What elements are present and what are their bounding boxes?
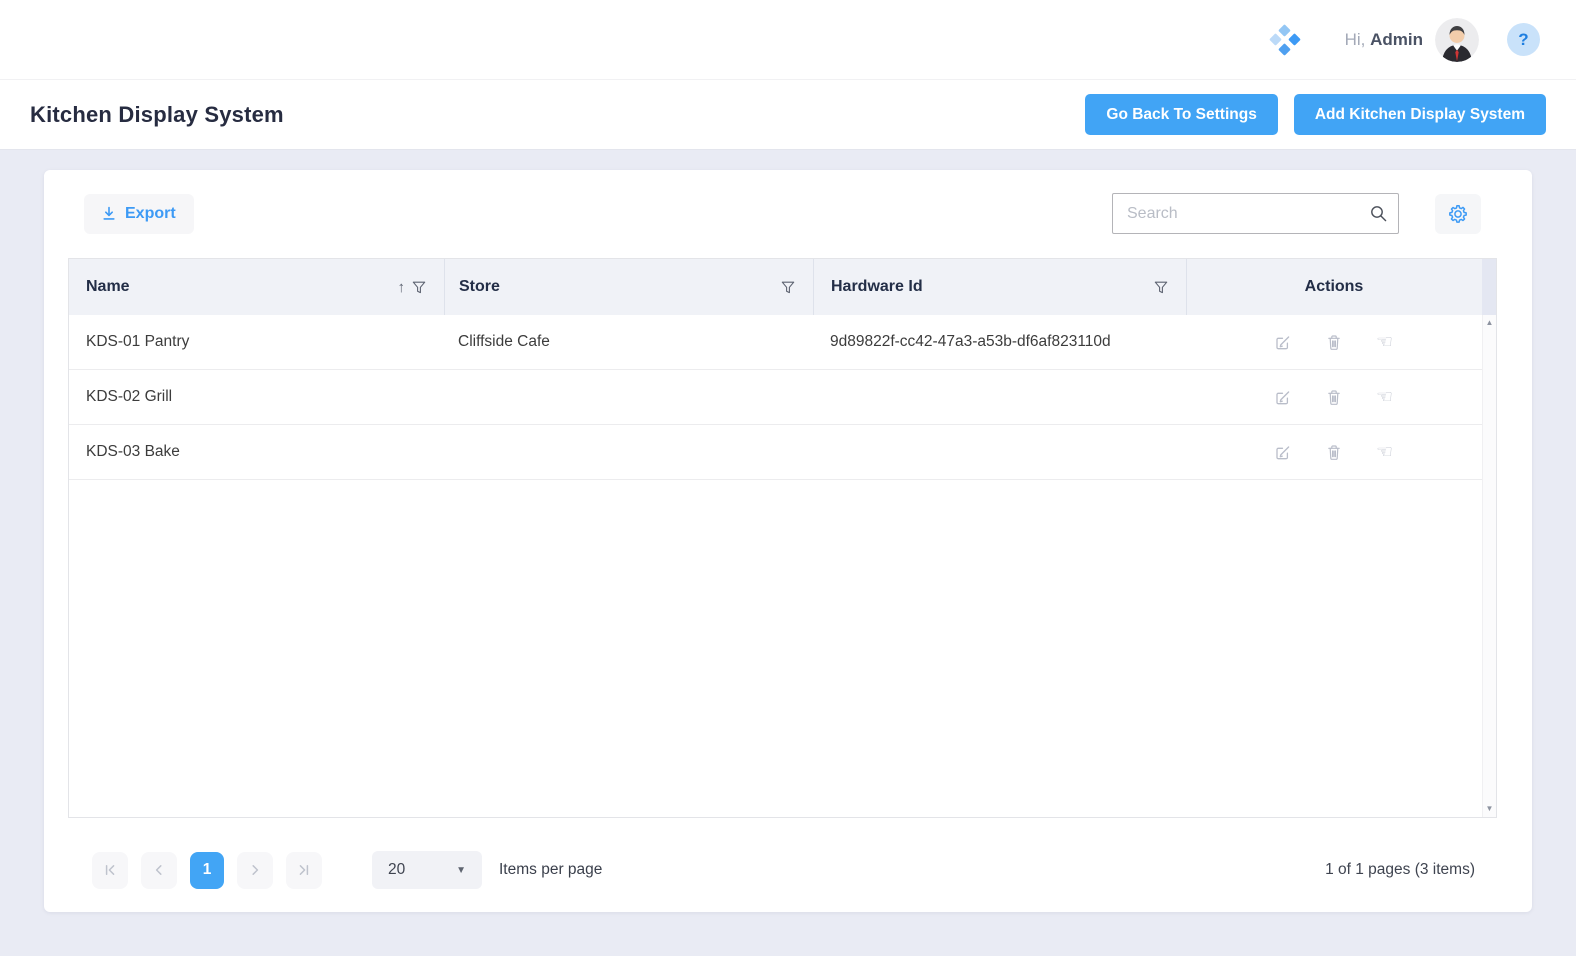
download-icon: [102, 206, 116, 221]
page-number-button[interactable]: 1: [190, 852, 224, 889]
chevron-right-icon: [248, 863, 262, 877]
table-header-row: Name ↑ Store: [69, 259, 1496, 315]
chevron-down-icon: ▼: [456, 865, 466, 876]
cell-name: KDS-01 Pantry: [69, 333, 444, 351]
export-label: Export: [125, 205, 176, 223]
table-row[interactable]: KDS-02 Grill ☜: [69, 370, 1482, 425]
export-button[interactable]: Export: [84, 194, 194, 234]
filter-icon[interactable]: [1154, 281, 1168, 294]
grid-settings-button[interactable]: [1435, 194, 1481, 234]
pagination-summary: 1 of 1 pages (3 items): [1325, 861, 1475, 879]
kds-table: Name ↑ Store: [68, 258, 1497, 818]
last-page-button[interactable]: [286, 852, 322, 889]
header-scrollbar-filler: [1482, 259, 1496, 315]
edit-icon[interactable]: [1274, 389, 1292, 406]
previous-page-button[interactable]: [141, 852, 177, 889]
avatar[interactable]: [1435, 18, 1479, 62]
greeting-prefix: Hi,: [1345, 30, 1366, 49]
cell-name: KDS-03 Bake: [69, 443, 444, 461]
user-greeting: Hi, Admin: [1345, 30, 1423, 50]
assign-pointing-hand-icon[interactable]: ☜: [1376, 333, 1393, 352]
assign-pointing-hand-icon[interactable]: ☜: [1376, 388, 1393, 407]
grid-toolbar: Export: [44, 193, 1532, 234]
assign-pointing-hand-icon[interactable]: ☜: [1376, 443, 1393, 462]
page-title: Kitchen Display System: [30, 102, 284, 128]
items-per-page-label: Items per page: [499, 861, 602, 879]
page-header: Kitchen Display System Go Back To Settin…: [0, 80, 1576, 150]
chevron-left-icon: [152, 863, 166, 877]
content-area: Export: [0, 150, 1576, 912]
cell-actions: ☜: [1186, 333, 1482, 352]
filter-icon[interactable]: [412, 281, 426, 294]
topbar: Hi, Admin ?: [0, 0, 1576, 80]
header-buttons: Go Back To Settings Add Kitchen Display …: [1085, 94, 1546, 135]
edit-icon[interactable]: [1274, 334, 1292, 351]
cell-actions: ☜: [1186, 388, 1482, 407]
gear-icon: [1447, 203, 1469, 225]
delete-icon[interactable]: [1326, 444, 1342, 461]
cell-hardware-id: 9d89822f-cc42-47a3-a53b-df6af823110d: [813, 333, 1186, 351]
cell-name: KDS-02 Grill: [69, 388, 444, 406]
scroll-down-icon[interactable]: ▼: [1486, 805, 1494, 813]
add-kitchen-display-system-button[interactable]: Add Kitchen Display System: [1294, 94, 1546, 135]
items-per-page-select[interactable]: 20 ▼: [372, 851, 482, 889]
pagination-bar: 1 20 ▼ Items per page 1 of 1 pages (3 it…: [44, 851, 1532, 889]
next-page-button[interactable]: [237, 852, 273, 889]
first-page-button[interactable]: [92, 852, 128, 889]
table-row[interactable]: KDS-03 Bake ☜: [69, 425, 1482, 480]
first-page-icon: [103, 863, 117, 877]
greeting-name: Admin: [1370, 30, 1423, 49]
apps-menu-icon[interactable]: [1271, 26, 1299, 54]
search-box: [1112, 193, 1399, 234]
search-icon[interactable]: [1370, 205, 1387, 222]
page-size-value: 20: [388, 861, 405, 879]
sort-asc-icon: ↑: [398, 279, 406, 296]
table-scrollbar[interactable]: ▲ ▼: [1482, 315, 1496, 817]
help-button[interactable]: ?: [1507, 23, 1540, 56]
user-avatar-image: [1435, 18, 1479, 62]
search-input[interactable]: [1112, 193, 1399, 234]
column-header-actions: Actions: [1186, 259, 1482, 315]
column-header-hardware-id[interactable]: Hardware Id: [813, 259, 1186, 315]
column-header-name[interactable]: Name ↑: [69, 259, 444, 315]
go-back-to-settings-button[interactable]: Go Back To Settings: [1085, 94, 1277, 135]
cell-actions: ☜: [1186, 443, 1482, 462]
scroll-up-icon[interactable]: ▲: [1486, 319, 1494, 327]
delete-icon[interactable]: [1326, 334, 1342, 351]
filter-icon[interactable]: [781, 281, 795, 294]
question-mark-icon: ?: [1518, 30, 1528, 50]
table-body: KDS-01 Pantry Cliffside Cafe 9d89822f-cc…: [69, 315, 1496, 817]
delete-icon[interactable]: [1326, 389, 1342, 406]
edit-icon[interactable]: [1274, 444, 1292, 461]
cell-store: Cliffside Cafe: [444, 333, 813, 351]
table-row[interactable]: KDS-01 Pantry Cliffside Cafe 9d89822f-cc…: [69, 315, 1482, 370]
kds-card: Export: [44, 170, 1532, 912]
column-header-store[interactable]: Store: [444, 259, 813, 315]
last-page-icon: [297, 863, 311, 877]
